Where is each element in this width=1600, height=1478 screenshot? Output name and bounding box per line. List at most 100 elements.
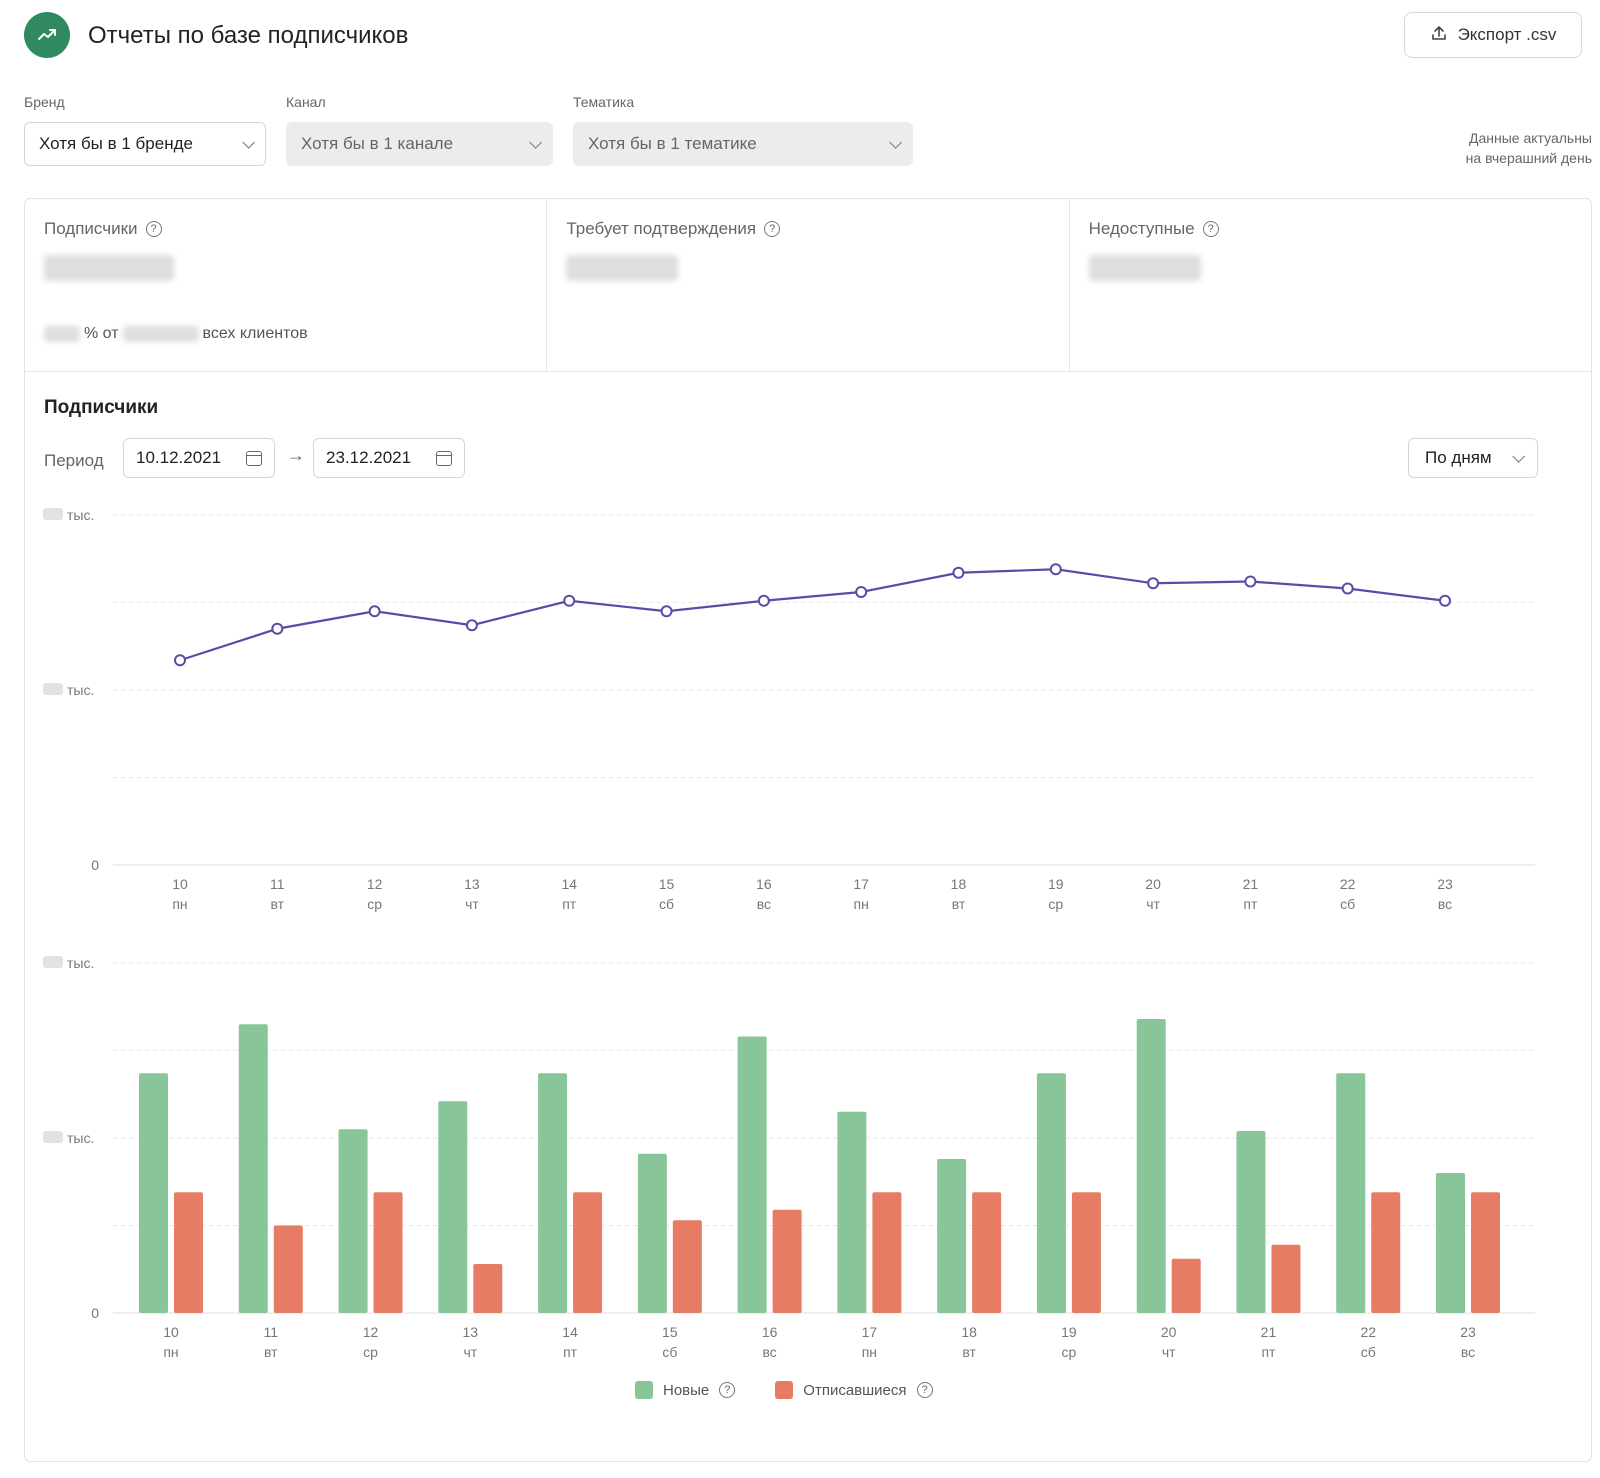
x-tick-label: 20 (1161, 1324, 1177, 1340)
stat-pending-title: Требует подтверждения (566, 219, 757, 238)
legend-unsub-label: Отписавшиеся (803, 1381, 907, 1399)
bar-unsubscribed (174, 1192, 203, 1313)
x-tick-label: 17 (853, 876, 869, 892)
chevron-down-icon (1512, 449, 1525, 463)
x-tick-label: 12 (363, 1324, 379, 1340)
x-tick-weekday: вс (1461, 1344, 1475, 1360)
help-icon[interactable]: ? (719, 1382, 736, 1398)
x-tick-weekday: пн (853, 896, 868, 912)
bar-unsubscribed (273, 1225, 303, 1313)
x-tick-weekday: вт (271, 896, 285, 912)
bar-new (837, 1111, 867, 1313)
x-tick-label: 19 (1048, 876, 1064, 892)
help-icon[interactable]: ? (145, 221, 162, 237)
bar-unsubscribed (473, 1264, 503, 1313)
bar-unsubscribed (1371, 1192, 1401, 1313)
x-tick-label: 10 (163, 1324, 179, 1340)
y-tick-label: тыс. (67, 955, 94, 971)
stat-subscribers-subtext: % от всех клиентов (44, 325, 308, 343)
x-tick-label: 22 (1360, 1324, 1376, 1340)
date-to-input[interactable]: 23.12.2021 (313, 438, 465, 478)
bar-unsubscribed (1271, 1244, 1301, 1313)
x-tick-weekday: чт (1146, 896, 1160, 912)
granularity-select[interactable]: По дням (1408, 438, 1538, 478)
x-tick-label: 21 (1243, 876, 1259, 892)
x-tick-label: 10 (172, 876, 188, 892)
chevron-down-icon (529, 135, 542, 149)
y-tick-label: тыс. (67, 682, 94, 698)
x-tick-label: 16 (762, 1324, 778, 1340)
bar-unsubscribed (1071, 1192, 1101, 1313)
stats-row: Подписчики ? % от всех клиентов Требует … (25, 199, 1591, 372)
line-point (271, 622, 284, 635)
legend-new-label: Новые (663, 1381, 710, 1399)
y-tick-label: тыс. (67, 507, 94, 523)
x-tick-label: 20 (1145, 876, 1161, 892)
x-tick-weekday: чт (463, 1344, 477, 1360)
bar-new (637, 1153, 667, 1313)
bar-unsubscribed (573, 1192, 603, 1313)
brand-select[interactable]: Хотя бы в 1 бренде (24, 122, 266, 166)
export-csv-button[interactable]: Экспорт .csv (1404, 12, 1582, 58)
bar-new (538, 1073, 568, 1313)
x-tick-weekday: пт (1243, 896, 1258, 912)
x-tick-label: 18 (951, 876, 967, 892)
chart-legend: Новые ? Отписавшиеся ? (635, 1381, 933, 1399)
line-point (368, 605, 381, 618)
line-point (1341, 582, 1354, 595)
bar-new (737, 1036, 767, 1313)
line-point (174, 654, 186, 667)
y-tick-value-redacted (43, 508, 63, 520)
report-card: Подписчики ? % от всех клиентов Требует … (24, 198, 1592, 1462)
x-tick-label: 15 (662, 1324, 678, 1340)
bar-unsubscribed (373, 1192, 403, 1313)
bar-new (1336, 1073, 1366, 1313)
x-tick-label: 14 (562, 1324, 578, 1340)
calendar-icon (246, 450, 262, 466)
date-from-input[interactable]: 10.12.2021 (123, 438, 275, 478)
stat-pending-value-redacted (566, 255, 679, 281)
topic-select-value: Хотя бы в 1 тематике (588, 134, 757, 153)
stat-subscribers-title-row: Подписчики ? (44, 219, 162, 239)
x-tick-weekday: ср (1048, 896, 1063, 912)
bar-unsubscribed (672, 1220, 702, 1313)
x-tick-label: 12 (367, 876, 383, 892)
x-tick-weekday: сб (1361, 1344, 1376, 1360)
subscribers-line-chart: тыс. тыс. 0 10 пн 11 вт 12 ср 13 чт 14 пт 15 сб 16 вс 17 п… (43, 507, 1535, 912)
x-tick-weekday: чт (1162, 1344, 1176, 1360)
data-note-line2: на вчерашний день (1465, 150, 1592, 166)
legend-item-unsubscribed[interactable]: Отписавшиеся ? (775, 1381, 933, 1399)
section-title: Подписчики (44, 397, 159, 418)
x-tick-label: 16 (756, 876, 772, 892)
x-tick-label: 11 (270, 876, 285, 892)
help-icon[interactable]: ? (916, 1382, 933, 1398)
channel-select[interactable]: Хотя бы в 1 канале (286, 122, 553, 166)
arrow-right-icon: → (287, 445, 305, 465)
help-icon[interactable]: ? (764, 221, 781, 237)
help-icon[interactable]: ? (1202, 221, 1219, 237)
topic-select[interactable]: Хотя бы в 1 тематике (573, 122, 913, 166)
percent-suffix: % от (84, 325, 119, 342)
bar-new (1436, 1173, 1465, 1313)
x-tick-weekday: ср (1062, 1344, 1077, 1360)
x-tick-weekday: вс (1438, 896, 1452, 912)
line-point (757, 594, 770, 607)
x-tick-weekday: вт (264, 1344, 278, 1360)
bar-new (338, 1129, 368, 1313)
stat-pending: Требует подтверждения ? (547, 199, 1070, 371)
legend-item-new[interactable]: Новые ? (635, 1381, 736, 1399)
bar-new (1036, 1073, 1066, 1313)
chevron-down-icon (889, 135, 902, 149)
x-tick-label: 13 (463, 1324, 479, 1340)
stat-unavailable-title: Недоступные (1088, 219, 1195, 238)
bar-new (937, 1159, 967, 1313)
x-tick-weekday: пт (562, 896, 577, 912)
x-tick-weekday: вт (962, 1344, 976, 1360)
stat-unavailable-title-row: Недоступные ? (1089, 219, 1219, 239)
page-header: Отчеты по базе подписчиков Экспорт .csv (24, 12, 1592, 60)
brand-filter-label: Бренд (24, 94, 65, 110)
export-button-label: Экспорт .csv (1457, 25, 1557, 44)
y-tick-label: 0 (91, 1305, 99, 1321)
x-tick-weekday: вс (762, 1344, 776, 1360)
x-tick-label: 22 (1340, 876, 1356, 892)
